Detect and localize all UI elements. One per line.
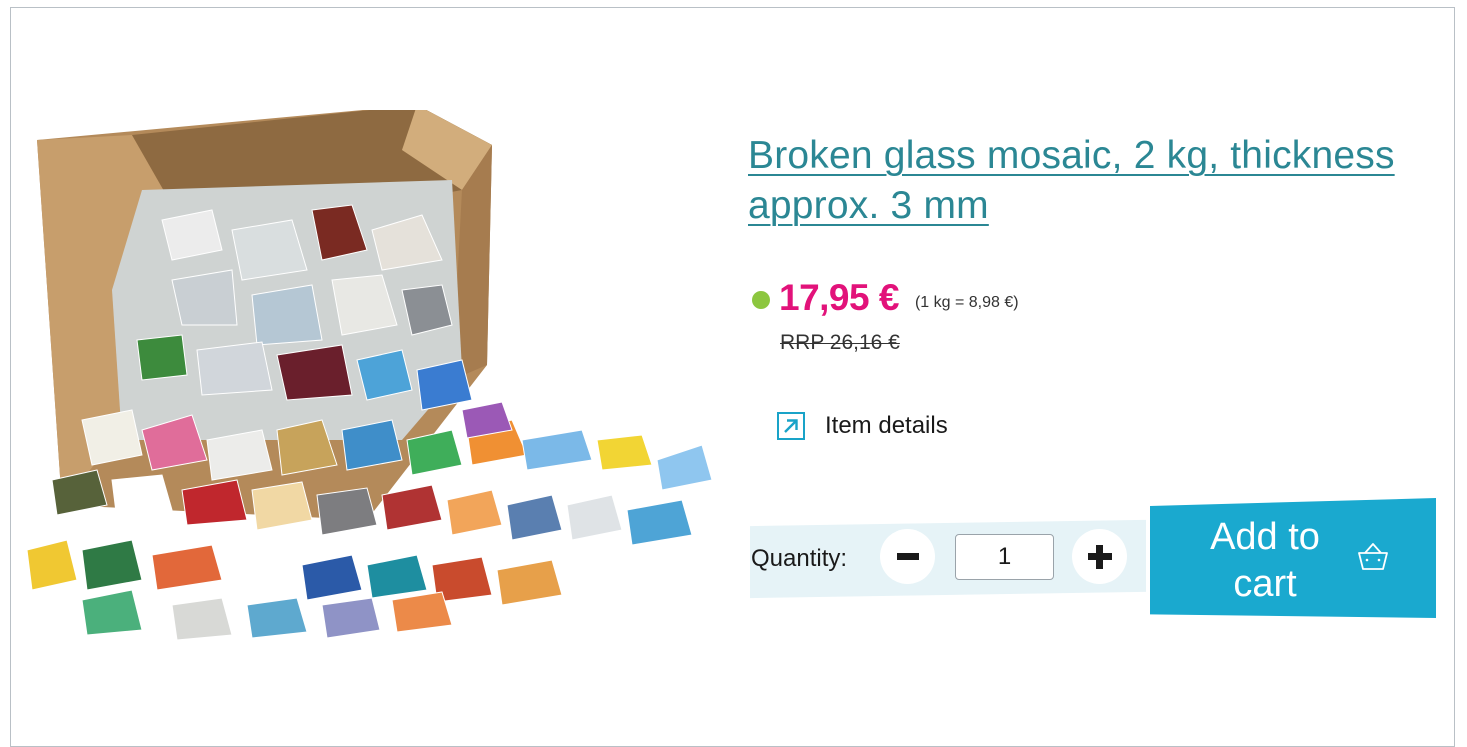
plus-icon: [1087, 544, 1112, 569]
product-title[interactable]: Broken glass mosaic, 2 kg, thickness app…: [748, 131, 1398, 231]
basket-icon: [1358, 543, 1388, 570]
availability-dot-icon: [752, 291, 770, 309]
item-details-label: Item details: [825, 412, 948, 439]
recommended-retail-price: RRP 26,16 €: [780, 331, 900, 354]
increase-quantity-button[interactable]: [1072, 529, 1127, 584]
quantity-input[interactable]: [955, 534, 1054, 580]
item-details-link[interactable]: Item details: [777, 412, 948, 440]
minus-icon: [896, 553, 919, 560]
add-to-cart-label: Add to cart: [1210, 516, 1320, 605]
unit-price: (1 kg = 8,98 €): [914, 294, 1019, 311]
product-price: 17,95 €: [779, 277, 899, 318]
price-row: 17,95 € (1 kg = 8,98 €): [752, 277, 1019, 318]
decrease-quantity-button[interactable]: [880, 529, 935, 584]
add-to-cart-button[interactable]: Add to cart: [1150, 498, 1436, 618]
quantity-label: Quantity:: [751, 545, 848, 572]
external-link-icon: [777, 412, 805, 440]
product-image[interactable]: [22, 110, 722, 660]
